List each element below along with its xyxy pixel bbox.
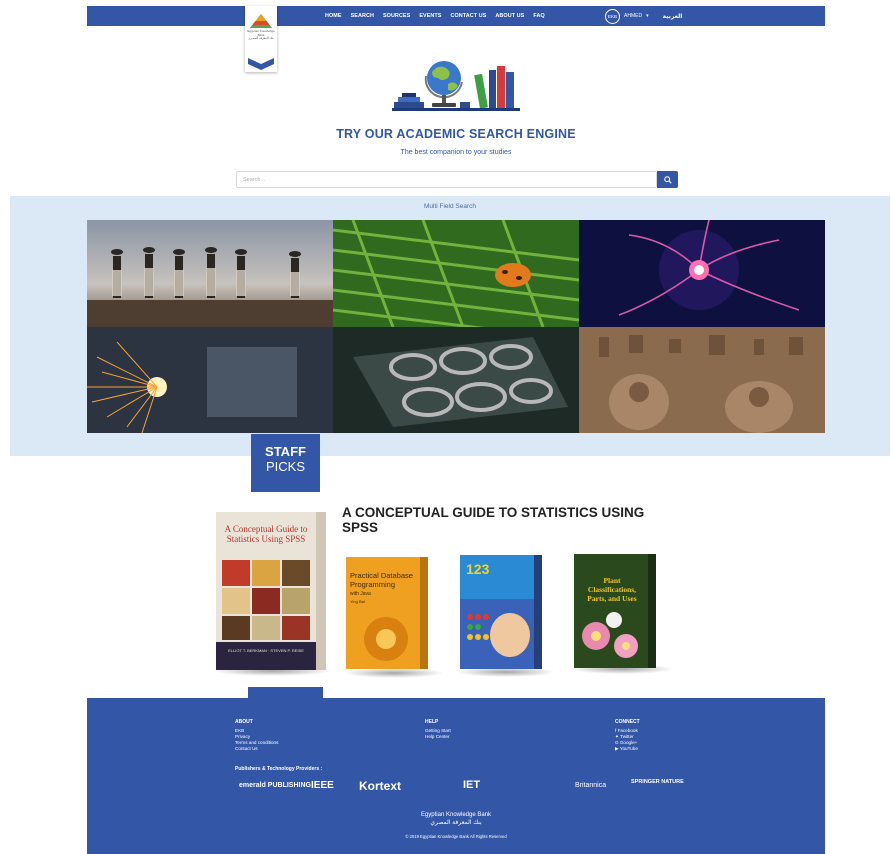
provider-kortext[interactable]: Kortext — [359, 779, 401, 793]
nav-links: HOME SEARCH SOURCES EVENTS CONTACT US AB… — [325, 6, 545, 26]
footer-connect: CONNECT f Facebook ✦ Twitter G Google+ ▶… — [615, 719, 640, 752]
nav-home[interactable]: HOME — [325, 13, 342, 19]
provider-emerald[interactable]: emerald PUBLISHING — [239, 782, 311, 789]
featured-book-cover-authors: ELLIOT T. BERKMAN · STEVEN P. REISE — [228, 648, 304, 653]
user-menu[interactable]: EKB AHMED ▾ العربية — [605, 8, 682, 24]
tile-welding[interactable] — [87, 327, 333, 433]
logo-text-ar: بنك المعرفة المصري — [248, 36, 274, 41]
book-cover-subtitle: with Java — [350, 591, 371, 597]
ladybug-image — [333, 220, 579, 327]
footer-link-youtube[interactable]: ▶ YouTube — [615, 746, 640, 752]
language-switch[interactable]: العربية — [663, 13, 683, 20]
hieroglyphs-image — [579, 327, 825, 433]
image-grid — [87, 220, 825, 433]
hero-subtitle: The best companion to your studies — [400, 149, 512, 156]
footer-org-en: Egyptian Knowledge Bank — [420, 812, 492, 818]
provider-iet[interactable]: IET — [463, 779, 480, 791]
featured-book-title[interactable]: A CONCEPTUAL GUIDE TO STATISTICS USING S… — [342, 505, 682, 535]
site-logo[interactable]: Egyptian Knowledge Bank بنك المعرفة المص… — [245, 6, 277, 72]
tile-women-carrying[interactable] — [87, 220, 333, 327]
staff-picks-badge: STAFF PICKS — [251, 434, 320, 492]
nav-search[interactable]: SEARCH — [351, 13, 374, 19]
book-cover-title: Plant Classifications, Parts, and Uses — [587, 576, 637, 603]
avatar[interactable]: EKB — [605, 8, 620, 24]
footer-copyright: © 2019 Egyptian Knowledge Bank All Right… — [405, 834, 507, 839]
footer-connect-heading: CONNECT — [615, 719, 640, 725]
featured-book-cover-title: A Conceptual Guide to Statistics Using S… — [224, 524, 308, 544]
nav-about-us[interactable]: ABOUT US — [495, 13, 524, 19]
staff-picks-line2: PICKS — [265, 459, 305, 474]
footer-link-contact[interactable]: Contact Us — [235, 746, 278, 752]
book-database-programming[interactable]: Practical Database Programming with Java… — [346, 557, 428, 674]
featured-book-cover[interactable]: A Conceptual Guide to Statistics Using S… — [216, 512, 326, 675]
footer-about: ABOUT EKB Privacy Terms and conditions C… — [235, 719, 278, 752]
nav-sources[interactable]: SOURCES — [383, 13, 410, 19]
top-navbar: HOME SEARCH SOURCES EVENTS CONTACT US AB… — [87, 6, 825, 26]
provider-ieee[interactable]: IEEE — [311, 780, 334, 791]
nav-events[interactable]: EVENTS — [419, 13, 441, 19]
plasma-ball-image — [579, 220, 825, 327]
tile-hieroglyphs[interactable] — [579, 327, 825, 433]
women-silhouette-image — [87, 220, 333, 327]
footer: ABOUT EKB Privacy Terms and conditions C… — [87, 698, 825, 854]
nav-contact-us[interactable]: CONTACT US — [450, 13, 486, 19]
nav-faq[interactable]: FAQ — [533, 13, 544, 19]
book-plant-classifications[interactable]: Plant Classifications, Parts, and Uses — [574, 554, 656, 673]
twitter-icon: ✦ — [615, 734, 619, 739]
user-name[interactable]: AHMED — [624, 13, 642, 19]
welding-sparks-image — [87, 327, 333, 433]
chevron-down-icon[interactable]: ▾ — [646, 13, 649, 19]
tile-glass-rings[interactable] — [333, 327, 579, 433]
google-plus-icon: G — [615, 740, 619, 745]
providers-label: Publishers & Technology Providers : — [235, 766, 323, 772]
footer-help: HELP Getting Start Help Center — [425, 719, 451, 740]
book-cover-title: Practical Database Programming — [350, 571, 413, 589]
footer-help-heading: HELP — [425, 719, 439, 725]
globe-books-illustration — [392, 61, 520, 111]
staff-picks-line1: STAFF — [265, 444, 306, 459]
footer-about-heading: ABOUT — [235, 719, 253, 725]
footer-link-help-center[interactable]: Help Center — [425, 734, 451, 740]
footer-org: Egyptian Knowledge Bank بنك المعرفة المص… — [87, 811, 825, 827]
book-abacus[interactable]: 123 — [460, 555, 542, 674]
multi-field-search-link[interactable]: Multi Field Search — [10, 203, 890, 210]
pyramid-logo-icon — [250, 14, 272, 28]
glass-rings-image — [333, 327, 579, 433]
tile-plasma-ball[interactable] — [579, 220, 825, 327]
search-button[interactable] — [657, 171, 678, 188]
search-input[interactable] — [236, 171, 657, 188]
provider-britannica[interactable]: Britannica — [575, 782, 606, 789]
search-icon — [663, 175, 672, 184]
footer-org-ar: بنك المعرفة المصري — [430, 820, 482, 826]
facebook-icon: f — [615, 728, 617, 733]
provider-logos: emerald PUBLISHING IEEE Kortext IET Brit… — [239, 778, 684, 802]
book-cover-title: 123 — [466, 561, 490, 577]
chevron-icon — [248, 58, 274, 70]
tile-ladybug[interactable] — [333, 220, 579, 327]
book-cover-author: Ying Bai — [350, 599, 365, 604]
provider-springer-nature[interactable]: SPRINGER NATURE — [631, 779, 684, 785]
youtube-icon: ▶ — [615, 746, 619, 751]
hero-title: TRY OUR ACADEMIC SEARCH ENGINE — [336, 127, 576, 141]
